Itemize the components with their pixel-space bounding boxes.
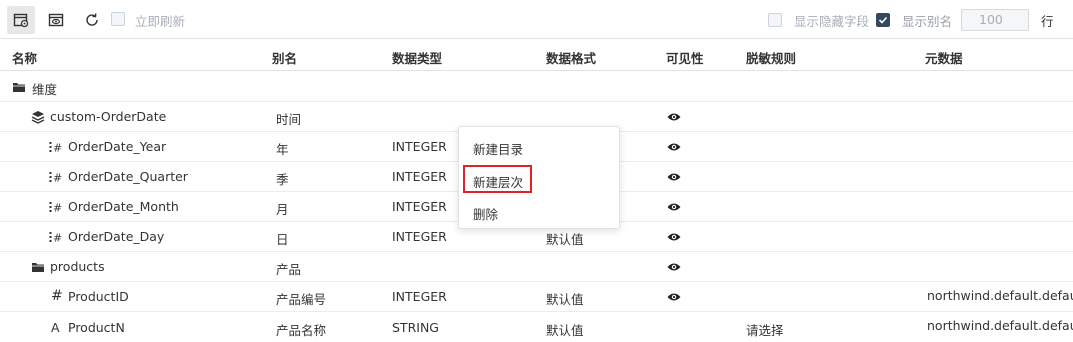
level-number-icon: # [49,232,62,244]
check-icon [878,16,888,24]
row-name: 维度 [32,82,58,97]
row-alias[interactable]: 时间 [276,109,301,128]
row-masking-rule[interactable]: 请选择 [746,320,784,339]
row-name: OrderDate_Quarter [68,169,188,184]
folder-icon [32,263,44,272]
row-alias[interactable]: 产品 [276,259,301,278]
row-name: OrderDate_Day [68,229,165,244]
row-alias[interactable]: 产品编号 [276,289,326,308]
row-data-type[interactable]: INTEGER [392,169,447,184]
eye-icon[interactable] [667,292,681,302]
menu-item-delete[interactable]: 删除 [473,204,498,223]
svg-text:#: # [53,202,62,214]
row-alias[interactable]: 产品名称 [276,320,326,339]
show-hidden-label: 显示隐藏字段 [794,14,870,29]
refresh-now-checkbox[interactable] [111,12,125,26]
hierarchy-icon [31,111,45,124]
refresh-icon [86,13,98,26]
row-data-type[interactable]: INTEGER [392,229,447,244]
svg-text:#: # [53,172,62,184]
row-data-format[interactable]: 默认值 [546,289,584,308]
row-data-type[interactable]: INTEGER [392,139,447,154]
text-icon: A [51,320,60,335]
row-data-type[interactable]: STRING [392,320,439,335]
row-alias[interactable]: 月 [276,199,289,218]
row-alias[interactable]: 年 [276,139,289,158]
eye-icon[interactable] [667,142,681,152]
table-row[interactable]: A ProductN 产品名称 STRING 默认值 请选择 northwind… [0,312,1073,342]
column-masking-rule[interactable]: 脱敏规则 [746,48,796,67]
preview-icon [48,13,64,27]
eye-icon[interactable] [667,232,681,242]
row-metadata: northwind.default.default [927,288,1073,303]
level-number-icon: # [49,142,62,154]
row-metadata: northwind.default.default [927,318,1073,333]
row-alias[interactable]: 季 [276,169,289,188]
eye-icon[interactable] [667,112,681,122]
svg-text:#: # [53,232,62,244]
level-number-icon: # [49,172,62,184]
row-data-format[interactable]: 默认值 [546,320,584,339]
row-name: ProductID [68,289,129,304]
level-number-icon: # [49,202,62,214]
column-metadata[interactable]: 元数据 [925,48,963,67]
refresh-button[interactable] [78,6,106,34]
row-name: OrderDate_Month [68,199,179,214]
row-alias[interactable]: 日 [276,229,289,248]
show-hidden-checkbox[interactable] [768,13,782,27]
table-header: 名称 别名 数据类型 数据格式 可见性 脱敏规则 元数据 [0,40,1073,71]
show-alias-checkbox[interactable] [876,13,890,27]
row-data-type[interactable]: INTEGER [392,199,447,214]
column-data-format[interactable]: 数据格式 [546,48,596,67]
folder-icon [13,83,25,92]
preview-button[interactable] [42,6,70,34]
toolbar: 立即刷新 显示隐藏字段 显示别名 100 行 [0,0,1073,39]
eye-icon[interactable] [667,262,681,272]
menu-item-new-folder[interactable]: 新建目录 [473,139,523,158]
refresh-now-label: 立即刷新 [135,14,186,29]
eye-icon[interactable] [667,202,681,212]
menu-item-new-hierarchy[interactable]: 新建层次 [473,172,523,191]
svg-text:#: # [53,142,62,154]
properties-icon [13,13,29,28]
row-name: OrderDate_Year [68,139,167,154]
context-menu: 新建目录 新建层次 删除 [458,126,620,229]
column-name[interactable]: 名称 [12,48,37,67]
column-visibility[interactable]: 可见性 [666,48,704,67]
row-data-type[interactable]: INTEGER [392,289,447,304]
table-row[interactable]: products 产品 [0,252,1073,282]
rows-unit-label: 行 [1041,14,1054,29]
properties-button[interactable] [7,6,35,34]
rows-input[interactable]: 100 [961,9,1029,31]
table-row[interactable]: 维度 [0,72,1073,102]
show-alias-label: 显示别名 [902,14,953,29]
eye-icon[interactable] [667,172,681,182]
column-alias[interactable]: 别名 [272,48,297,67]
row-name: ProductN [68,320,125,335]
row-data-format[interactable]: 默认值 [546,229,584,248]
row-name: products [50,259,105,274]
number-icon: # [51,288,63,304]
column-data-type[interactable]: 数据类型 [392,48,442,67]
table-row[interactable]: # ProductID 产品编号 INTEGER 默认值 northwind.d… [0,282,1073,312]
row-name: custom-OrderDate [50,109,167,124]
